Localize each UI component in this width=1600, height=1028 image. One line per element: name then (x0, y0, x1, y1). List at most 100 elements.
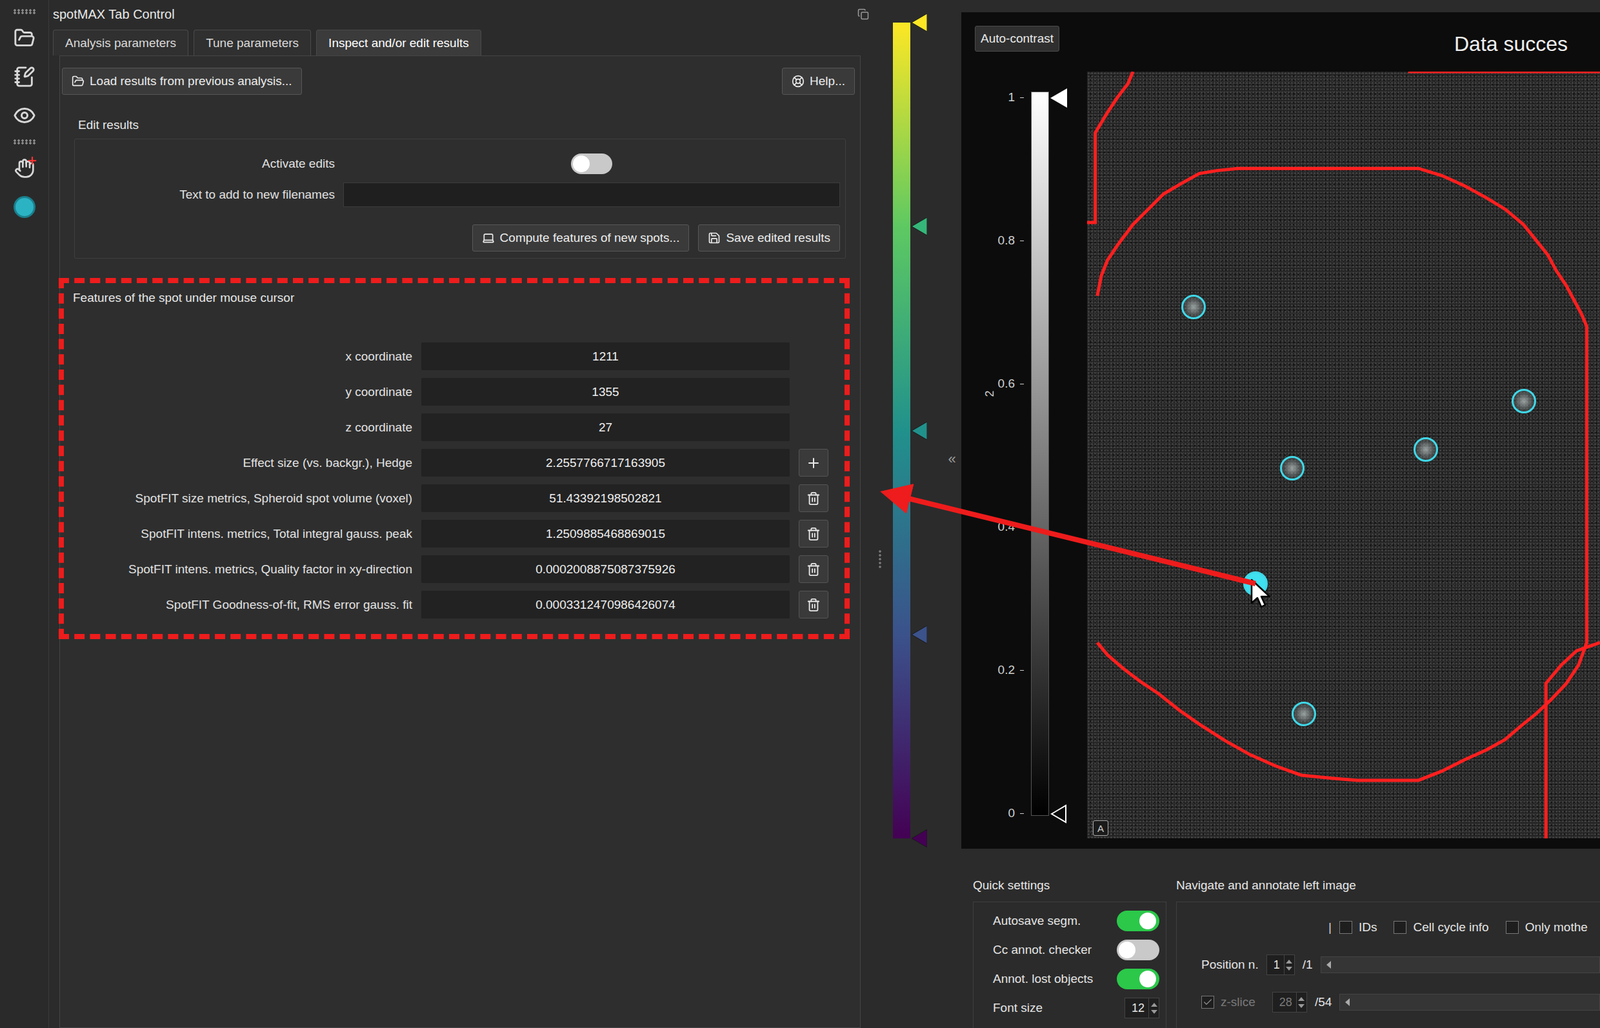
edit-notes-button[interactable] (9, 61, 40, 92)
app-window: spotMAX Tab ControlAnalysis parametersTu… (0, 0, 1600, 1028)
collapse-button[interactable]: « (942, 0, 962, 1028)
colormap-handle-icon[interactable] (911, 421, 928, 440)
form-row: Activate edits (74, 148, 840, 180)
checkbox[interactable] (1339, 921, 1353, 935)
switch-knob (1139, 912, 1157, 930)
feature-label: z coordinate (72, 420, 413, 435)
arrow-up-icon[interactable] (1150, 1003, 1158, 1008)
z-slice-option[interactable]: z-slice (1201, 995, 1256, 1010)
form-label: Activate edits (74, 156, 335, 171)
load-results-button[interactable]: Load results from previous analysis... (61, 67, 302, 95)
spot-marker[interactable] (1291, 701, 1317, 727)
autorange-button[interactable]: A (1092, 820, 1109, 837)
compute-button[interactable]: Compute features of new spots... (472, 224, 690, 252)
quick-settings-box: Autosave segm.Cc annot. checkerAnnot. lo… (972, 901, 1167, 1028)
quick-setting-switch[interactable] (1116, 910, 1160, 932)
tab[interactable]: Analysis parameters (52, 29, 189, 56)
checkbox-label: IDs (1358, 920, 1378, 935)
tab[interactable]: Inspect and/or edit results (316, 29, 482, 56)
toolbar-grip-icon[interactable] (12, 139, 37, 145)
spot-marker[interactable] (1280, 456, 1305, 481)
spinbox-arrows (1283, 955, 1295, 975)
toolbar-grip-icon[interactable] (12, 9, 37, 15)
view-option[interactable]: IDs (1339, 920, 1378, 935)
view-option[interactable]: Only mothe (1505, 920, 1588, 935)
spot-marker[interactable] (1181, 294, 1206, 320)
spot-marker[interactable] (1511, 389, 1537, 414)
remove-feature-button[interactable] (798, 520, 829, 548)
spot-marker[interactable] (1243, 571, 1268, 597)
arrow-up-icon[interactable] (1285, 960, 1293, 964)
tab-pane: Load results from previous analysis... He… (59, 55, 861, 1028)
checkbox-label: Only mothe (1525, 920, 1588, 935)
save-icon (707, 231, 721, 245)
auto-contrast-button[interactable]: Auto-contrast (974, 25, 1060, 52)
checkbox[interactable] (1505, 921, 1519, 935)
open-file-button[interactable] (9, 23, 40, 53)
z-slice-spinbox[interactable]: 28 (1272, 992, 1308, 1013)
remove-feature-button[interactable] (798, 555, 829, 584)
slider-left-icon[interactable] (1345, 998, 1350, 1007)
spinbox-arrows (1296, 992, 1307, 1013)
feature-label: SpotFIT Goodness-of-fit, RMS error gauss… (72, 598, 413, 613)
notebook-pen-icon (13, 65, 36, 88)
save-button[interactable]: Save edited results (698, 224, 840, 252)
arrow-down-icon[interactable] (1285, 967, 1293, 971)
switch-knob (1118, 941, 1136, 959)
min-handle-icon[interactable] (1050, 804, 1068, 824)
tab[interactable]: Tune parameters (193, 29, 311, 56)
tab-bar: Analysis parametersTune parametersInspec… (49, 28, 876, 56)
folder-icon (71, 74, 85, 88)
arrow-down-icon[interactable] (1150, 1010, 1158, 1015)
spot-marker[interactable] (1413, 437, 1439, 462)
arrow-down-icon[interactable] (1298, 1004, 1305, 1009)
position-spinbox[interactable]: 1 (1266, 954, 1295, 976)
z-slice-label: z-slice (1220, 995, 1256, 1010)
z-slice-slider[interactable] (1339, 994, 1600, 1011)
quick-setting-switch[interactable] (1116, 969, 1160, 990)
colormap-handle-icon[interactable] (911, 13, 928, 32)
colormap-handle-icon[interactable] (911, 625, 928, 644)
splitter[interactable] (875, 0, 885, 1028)
image-canvas[interactable]: A (1087, 71, 1600, 839)
annotation-arrow-icon (0, 0, 1600, 1028)
slider-left-icon[interactable] (1326, 961, 1331, 970)
activate-edits-switch[interactable] (570, 153, 613, 175)
view-option[interactable]: Cell cycle info (1393, 920, 1489, 935)
view-options-row: |IDsCell cycle infoOnly mothe (1201, 916, 1600, 939)
navigate-section: Navigate and annotate left image|IDsCell… (1176, 878, 1600, 1028)
arrow-up-icon[interactable] (1298, 997, 1305, 1002)
laptop-icon (481, 231, 495, 245)
remove-feature-button[interactable] (798, 484, 829, 513)
font-size-spinbox[interactable]: 12 (1124, 998, 1160, 1019)
colormap-bar-wrap (892, 22, 911, 839)
splitter-grip-icon[interactable] (878, 549, 882, 570)
eye-icon (12, 103, 37, 128)
add-point-button[interactable] (9, 153, 40, 184)
trash-icon (806, 598, 821, 613)
checkbox[interactable] (1393, 921, 1407, 935)
feature-value: 27 (421, 413, 790, 442)
colormap-handle-icon[interactable] (911, 217, 928, 236)
feature-value: 0.0003312470986426074 (421, 590, 790, 619)
colormap-handle-icon[interactable] (911, 829, 928, 848)
check-icon (1202, 997, 1213, 1008)
navigate-box: |IDsCell cycle infoOnly mothePosition n.… (1176, 901, 1600, 1028)
quick-setting-row: Annot. lost objects (992, 968, 1160, 991)
z-slice-total: /54 (1314, 995, 1332, 1010)
max-handle-icon[interactable] (1050, 88, 1068, 108)
circle-icon (13, 196, 36, 219)
axis-tick: 0.8 (998, 233, 1024, 248)
float-icon[interactable] (857, 8, 870, 20)
colormap-column (884, 0, 943, 1028)
checkbox[interactable] (1201, 996, 1215, 1010)
view-button[interactable] (9, 100, 40, 131)
help-button[interactable]: Help... (781, 67, 855, 95)
spinbox-value: 12 (1125, 998, 1149, 1019)
spots-button[interactable] (9, 192, 40, 222)
add-feature-button[interactable] (798, 449, 829, 477)
position-slider[interactable] (1320, 956, 1600, 974)
remove-feature-button[interactable] (798, 590, 829, 619)
quick-setting-switch[interactable] (1116, 940, 1160, 961)
filename-text-input[interactable] (343, 182, 840, 208)
